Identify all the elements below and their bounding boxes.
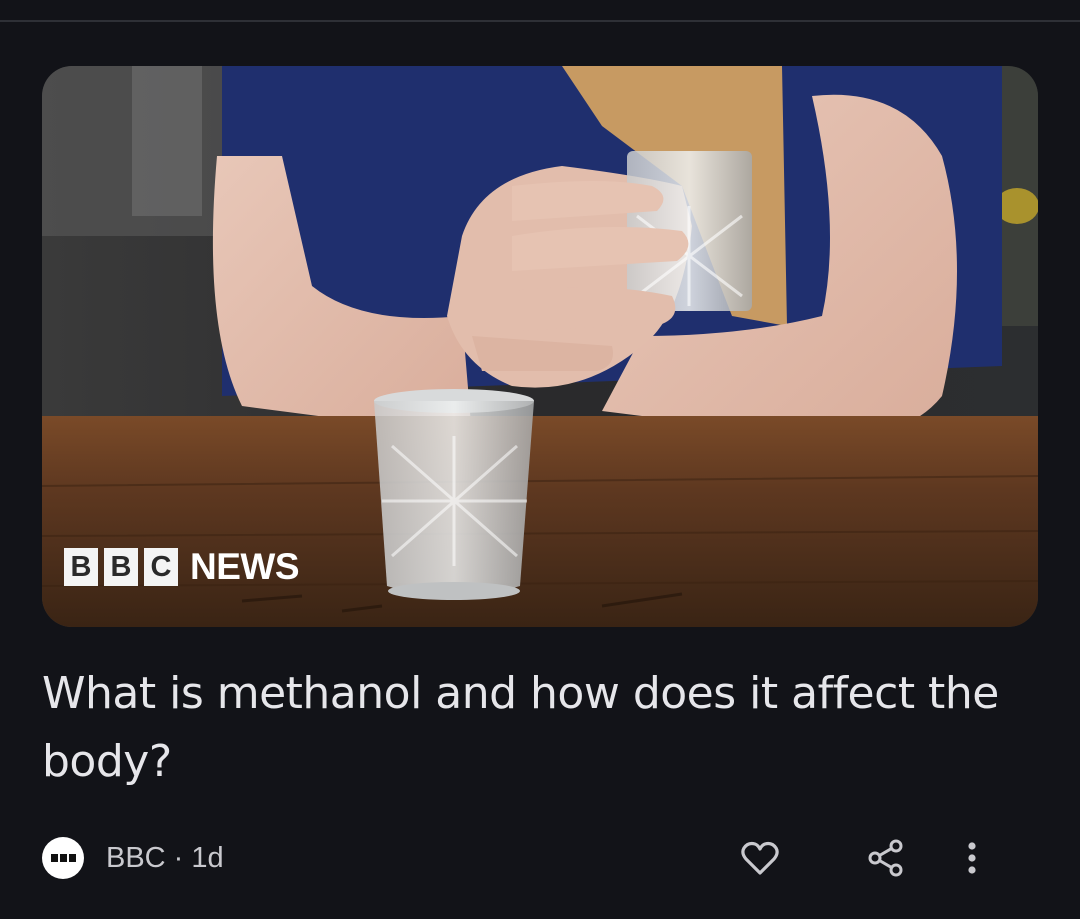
more-options-button[interactable] <box>950 836 994 880</box>
article-headline[interactable]: What is methanol and how does it affect … <box>42 660 1042 796</box>
article-thumbnail[interactable]: B B C NEWS <box>42 66 1038 627</box>
bbc-logo-news: NEWS <box>190 546 300 587</box>
news-card[interactable]: B B C NEWS What is methanol and how does… <box>0 24 1080 919</box>
bbc-logo-box-2: B <box>104 548 138 586</box>
article-meta: BBC · 1d <box>42 836 224 880</box>
source-avatar-block <box>59 854 67 862</box>
source-avatar[interactable] <box>42 837 84 879</box>
heart-outline-icon <box>741 841 779 875</box>
bbc-logo-box-1: B <box>64 548 98 586</box>
thumbnail-image <box>42 66 1038 627</box>
source-avatar-block <box>68 854 76 862</box>
like-button[interactable] <box>738 836 782 880</box>
bbc-logo-box-3: C <box>144 548 178 586</box>
share-button[interactable] <box>864 836 908 880</box>
source-and-age[interactable]: BBC · 1d <box>106 842 224 875</box>
more-vert-icon <box>968 842 976 874</box>
bbc-news-logo: B B C NEWS <box>64 546 300 588</box>
top-divider <box>0 0 1080 22</box>
source-avatar-block <box>50 854 58 862</box>
share-icon <box>868 839 903 877</box>
